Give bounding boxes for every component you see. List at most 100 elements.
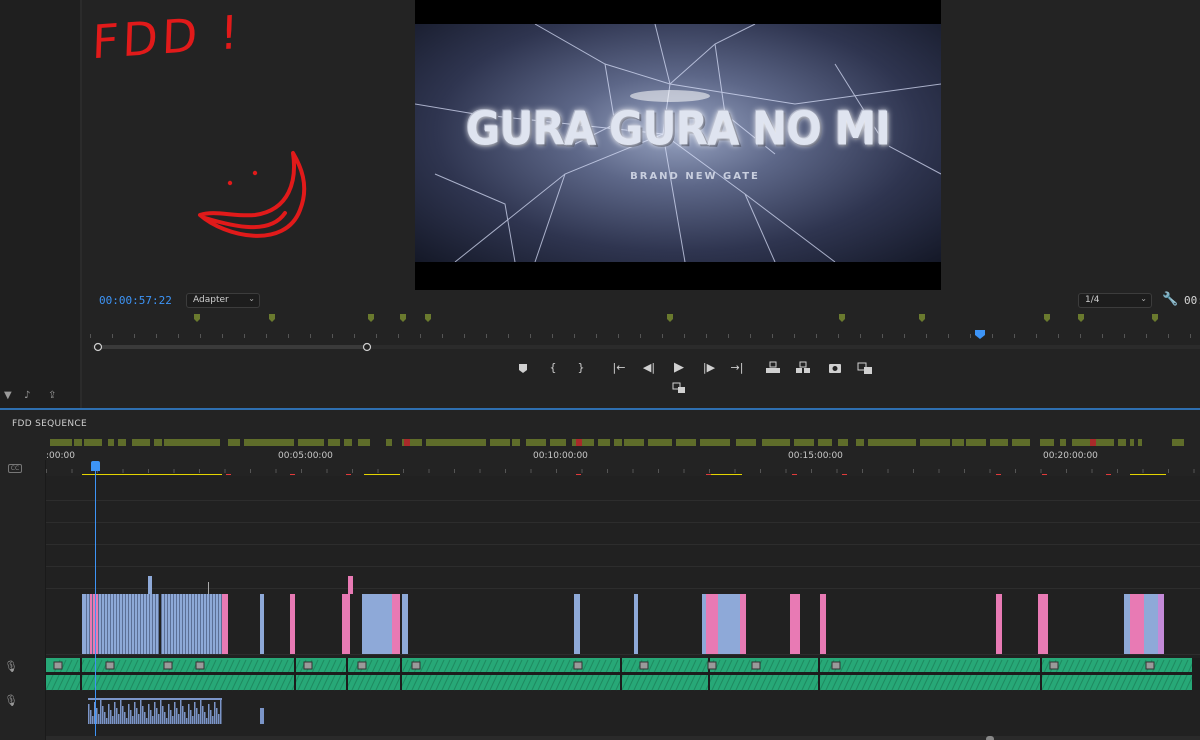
ruler-tick	[530, 334, 531, 338]
filter-icon[interactable]: ▼	[4, 390, 12, 401]
ruler-tick	[530, 469, 532, 473]
comparison-view-icon[interactable]	[854, 358, 876, 378]
sequence-markers[interactable]	[46, 436, 1200, 448]
ruler-tick	[224, 469, 226, 473]
audio-waveform	[168, 704, 170, 724]
scroll-handle-right	[362, 342, 372, 352]
timeline-scrollbar[interactable]	[46, 736, 1200, 740]
playback-resolution-select[interactable]: 1/4 ⌄	[1078, 293, 1152, 308]
go-to-in-icon[interactable]: |←	[608, 358, 630, 378]
sequence-marker	[164, 439, 220, 446]
audio-waveform	[162, 706, 164, 724]
ruler-tick	[750, 334, 751, 338]
scroll-knob[interactable]	[986, 736, 994, 740]
video-clip	[222, 594, 228, 654]
clip-edge	[98, 594, 99, 654]
ruler-tick	[479, 469, 481, 473]
audio-waveform	[154, 702, 156, 724]
playhead-timecode[interactable]: 00:00:57:22	[99, 294, 172, 307]
step-back-icon[interactable]: ◀|	[638, 358, 660, 378]
mark-out-icon[interactable]: }	[570, 358, 592, 378]
ruler-label: :00:00	[46, 451, 75, 461]
sequence-marker	[108, 439, 114, 446]
clip-edge	[146, 594, 147, 654]
marker	[269, 314, 275, 322]
zoom-scroll-bar[interactable]	[92, 342, 1200, 352]
time-ruler[interactable]: :00:00 00:05:00:00 00:10:00:00 00:15:00:…	[46, 450, 1200, 476]
settings-wrench-icon[interactable]: 🔧	[1162, 292, 1178, 307]
video-clip	[996, 594, 1002, 654]
audio-waveform	[136, 708, 138, 724]
mark-in-icon[interactable]: {	[542, 358, 564, 378]
ruler-tick	[1146, 334, 1147, 338]
extract-icon[interactable]	[792, 358, 814, 378]
track-area[interactable]	[46, 476, 1200, 740]
audio-waveform	[98, 714, 100, 724]
clip-edge	[119, 594, 120, 654]
ruler-tick	[970, 334, 971, 338]
ruler-tick	[173, 469, 175, 473]
ruler-tick	[222, 334, 223, 338]
audio-end	[1192, 658, 1200, 690]
ruler-tick	[1124, 334, 1125, 338]
marker	[368, 314, 374, 322]
export-icon[interactable]: ⇪	[48, 390, 56, 401]
audio-icon[interactable]: ♪	[24, 390, 30, 401]
go-to-out-icon[interactable]: →|	[726, 358, 748, 378]
ruler-tick	[1040, 469, 1042, 473]
timeline-clips[interactable]	[46, 476, 1200, 740]
audio-waveform	[124, 712, 126, 724]
microphone-icon[interactable]: 🎙	[4, 660, 18, 673]
insert-icon[interactable]	[670, 380, 688, 396]
sequence-marker	[1172, 439, 1184, 446]
audio-waveform	[198, 714, 200, 724]
render-bar-red	[1106, 474, 1111, 475]
video-preview[interactable]: GURA GURA NO MI BRAND NEW GATE	[415, 0, 941, 290]
clip-edge	[125, 594, 126, 654]
clip-edge	[152, 594, 153, 654]
scroll-handle-left	[93, 342, 103, 352]
clip-edge	[140, 594, 141, 654]
audio-waveform	[188, 704, 190, 724]
keyframe-icon	[707, 661, 717, 670]
monitor-ruler[interactable]	[90, 312, 1200, 342]
audio-waveform	[102, 706, 104, 724]
ruler-tick	[706, 334, 707, 338]
ruler-tick	[301, 469, 302, 473]
marker-icon[interactable]	[512, 358, 534, 378]
keyframe-icon	[163, 661, 173, 670]
audio-waveform	[212, 716, 214, 724]
video-clip	[820, 594, 826, 654]
ruler-tick	[505, 469, 506, 473]
ruler-tick	[122, 469, 124, 473]
ruler-tick	[794, 334, 795, 338]
sequence-marker	[966, 439, 986, 446]
video-title-text: GURA GURA NO MI	[466, 101, 891, 156]
ruler-tick	[887, 469, 889, 473]
microphone-icon[interactable]: 🎙	[4, 694, 18, 707]
play-icon[interactable]: ▶	[668, 358, 690, 378]
step-forward-icon[interactable]: |▶	[698, 358, 720, 378]
sequence-tab[interactable]: FDD SEQUENCE	[12, 419, 87, 429]
lift-icon[interactable]	[762, 358, 784, 378]
ruler-tick	[1058, 334, 1059, 338]
sequence-marker	[550, 439, 566, 446]
ruler-tick	[709, 469, 710, 473]
timeline-panel: FDD SEQUENCE :00:00 00:05:00:00 00:10:00…	[0, 408, 1200, 740]
zoom-fit-value: Adapter	[193, 295, 229, 305]
export-frame-icon[interactable]	[824, 358, 846, 378]
clip-edge	[149, 594, 150, 654]
audio-waveform	[158, 714, 160, 724]
clip-edge	[200, 594, 201, 654]
sequence-marker-red	[1090, 439, 1096, 446]
duration-timecode: 00:	[1184, 294, 1200, 307]
ruler-tick	[1168, 469, 1169, 473]
marker	[919, 314, 925, 322]
render-bar-red	[842, 474, 847, 475]
captions-icon[interactable]: CC	[8, 464, 22, 473]
zoom-fit-select[interactable]: Adapter ⌄	[186, 293, 260, 308]
audio-waveform	[108, 704, 110, 724]
audio-waveform	[122, 706, 124, 724]
keyframe-icon	[195, 661, 205, 670]
audio-waveform	[220, 700, 222, 724]
